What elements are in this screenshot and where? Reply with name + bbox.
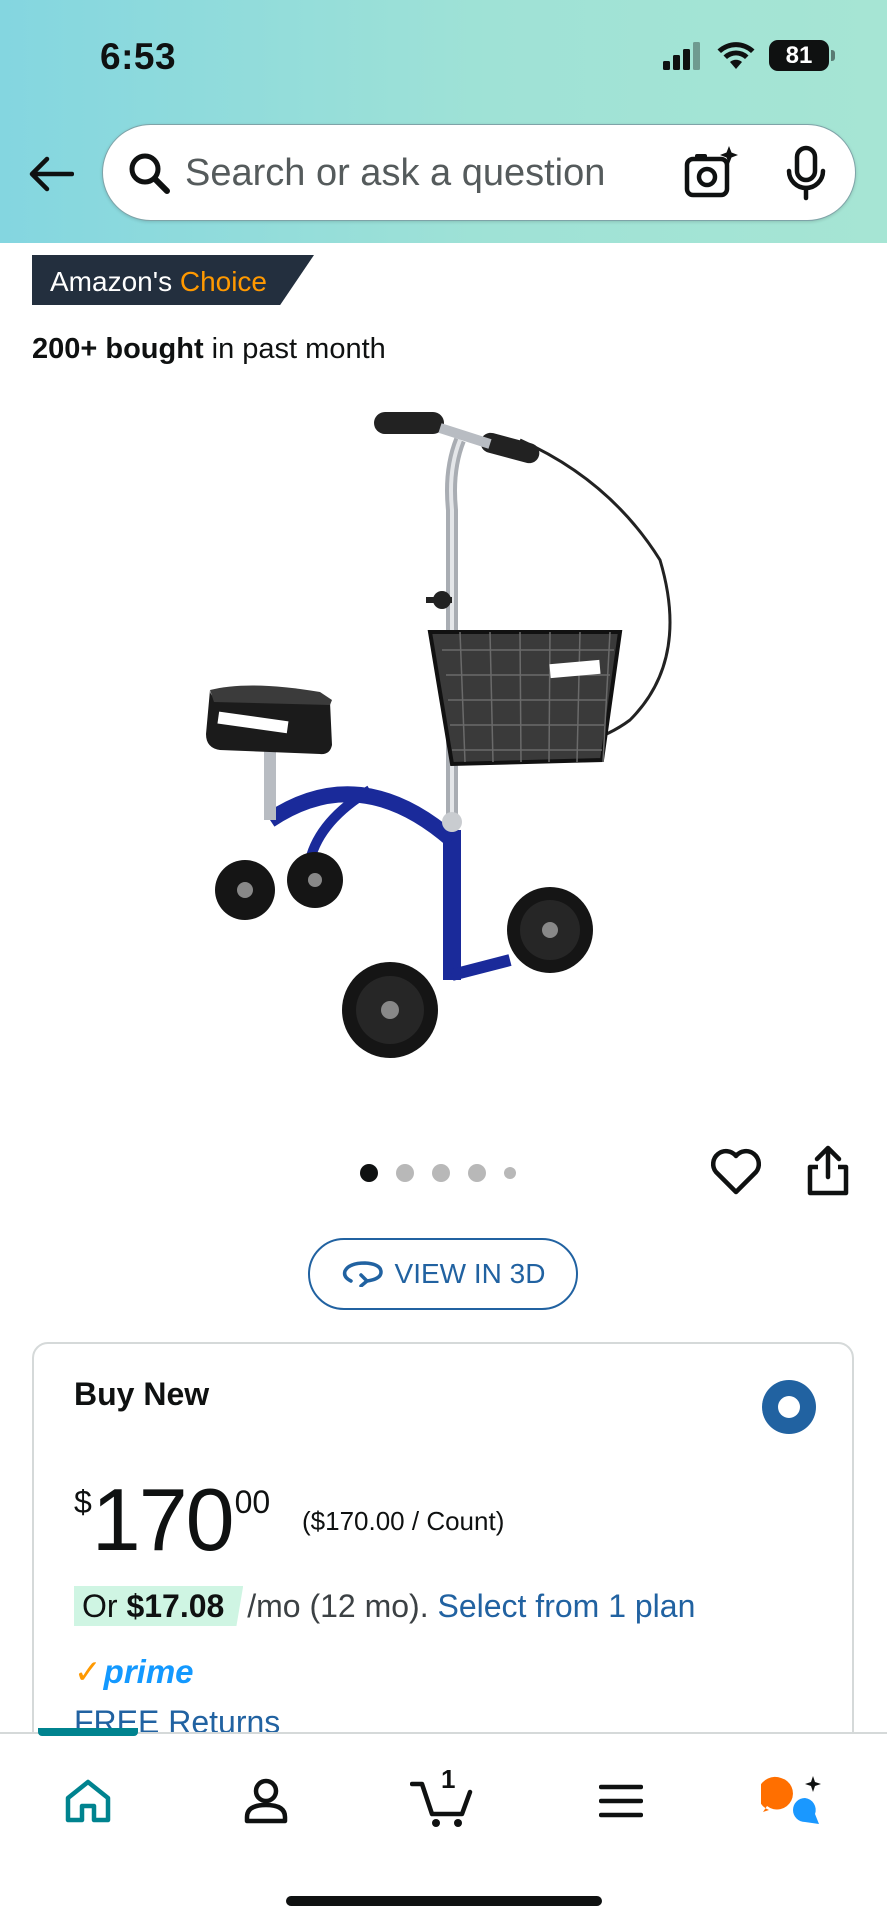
nav-home[interactable] — [53, 1766, 123, 1836]
back-button[interactable] — [26, 152, 76, 196]
prime-label: prime — [103, 1652, 194, 1690]
installment-or: Or — [82, 1588, 118, 1624]
rear-right-wheel — [287, 852, 343, 908]
front-right-wheel — [507, 887, 593, 973]
nav-cart[interactable]: 1 — [408, 1764, 478, 1836]
installment-offer: Or $17.08 /mo (12 mo). Select from 1 pla… — [74, 1586, 695, 1626]
bought-suffix: in past month — [211, 333, 386, 365]
knee-scooter-image[interactable] — [190, 400, 710, 1100]
wishlist-heart-icon[interactable] — [710, 1148, 762, 1196]
search-input[interactable] — [185, 141, 655, 205]
microphone-icon[interactable] — [783, 145, 829, 201]
wifi-icon — [717, 41, 755, 69]
bought-count: 200+ bought — [32, 333, 204, 365]
badge-accent: Choice — [179, 266, 268, 297]
badge-prefix: Amazon's — [50, 266, 173, 297]
unit-price: ($170.00 / Count) — [302, 1506, 505, 1536]
nav-menu[interactable] — [586, 1766, 656, 1836]
status-icons: 81 — [663, 40, 835, 71]
installment-amount: $17.08 — [126, 1588, 225, 1624]
home-icon — [65, 1779, 111, 1823]
nav-rufus[interactable] — [757, 1766, 827, 1836]
select-plan-link[interactable]: Select from 1 plan — [437, 1588, 695, 1624]
cellular-signal-icon — [663, 41, 700, 70]
price-symbol: $ — [74, 1484, 92, 1520]
price: $ 170 00 — [74, 1476, 270, 1564]
installment-pill: Or $17.08 — [74, 1586, 244, 1626]
rear-left-wheel — [215, 860, 275, 920]
menu-icon — [599, 1784, 643, 1818]
installment-term: /mo (12 mo). — [247, 1588, 429, 1624]
nav-account[interactable] — [231, 1766, 301, 1836]
gallery-dot[interactable] — [468, 1164, 486, 1182]
gallery-dot[interactable] — [360, 1164, 378, 1182]
gallery-dot[interactable] — [396, 1164, 414, 1182]
account-icon — [244, 1778, 288, 1824]
back-arrow-icon — [29, 156, 74, 192]
bought-in-past-month: 200+ bought in past month — [32, 333, 386, 366]
battery-indicator: 81 — [769, 40, 835, 71]
home-indicator — [286, 1896, 602, 1906]
prime-check-icon: ✓ — [74, 1653, 102, 1690]
buy-new-title: Buy New — [74, 1376, 210, 1412]
rotate-3d-icon — [342, 1261, 383, 1287]
amazons-choice-badge: Amazon's Choice — [32, 255, 314, 305]
share-icon[interactable] — [804, 1145, 852, 1197]
status-time: 6:53 — [100, 36, 177, 77]
search-bar[interactable] — [102, 124, 856, 221]
view-in-3d-label: VIEW IN 3D — [394, 1258, 546, 1289]
prime-badge: ✓ prime — [74, 1652, 194, 1691]
search-icon — [129, 153, 170, 194]
gallery-dot[interactable] — [432, 1164, 450, 1182]
bottom-navigation: 1 — [0, 1728, 887, 1920]
view-in-3d-button[interactable]: VIEW IN 3D — [308, 1238, 578, 1310]
image-gallery-dots[interactable] — [360, 1164, 516, 1182]
price-fraction: 00 — [234, 1484, 271, 1520]
cart-count: 1 — [441, 1764, 456, 1794]
front-left-wheel — [342, 962, 438, 1058]
gallery-dot[interactable] — [504, 1167, 516, 1179]
buy-new-radio[interactable] — [762, 1380, 816, 1434]
active-tab-indicator — [38, 1728, 138, 1736]
header: 6:53 81 — [0, 0, 887, 243]
rufus-assistant-icon — [761, 1776, 821, 1824]
camera-search-icon[interactable] — [683, 145, 739, 201]
price-whole: 170 — [91, 1470, 235, 1569]
